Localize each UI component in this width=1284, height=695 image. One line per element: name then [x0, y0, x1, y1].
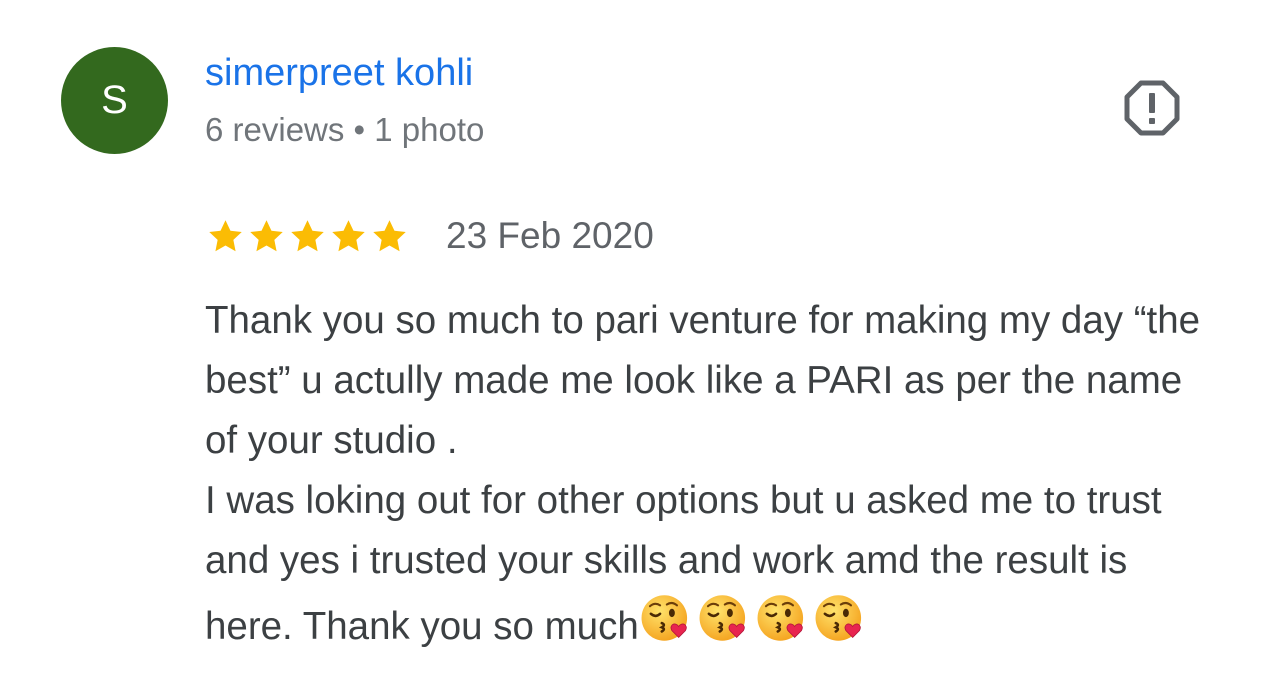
star-rating — [205, 216, 410, 257]
author-name-link[interactable]: simerpreet kohli — [205, 52, 473, 95]
star-icon — [250, 219, 283, 251]
review-date: 23 Feb 2020 — [446, 215, 654, 256]
face-blowing-a-kiss-icon — [699, 595, 745, 641]
star-icon — [291, 219, 324, 251]
face-blowing-a-kiss-icon — [757, 595, 803, 641]
star-icon — [373, 219, 406, 251]
avatar-letter: S — [101, 78, 128, 122]
rating-row: 23 Feb 2020 — [205, 213, 654, 259]
author-meta: 6 reviews • 1 photo — [205, 111, 485, 148]
avatar[interactable]: S — [61, 47, 168, 154]
face-blowing-a-kiss-icon — [815, 595, 861, 641]
report-button[interactable] — [1120, 78, 1184, 138]
emoji-group — [639, 591, 871, 645]
review-text: Thank you so much to pari venture for ma… — [205, 291, 1215, 657]
report-flag-icon — [1124, 80, 1180, 136]
face-blowing-a-kiss-icon — [641, 595, 687, 641]
star-icon — [332, 219, 365, 251]
star-icon — [209, 219, 242, 251]
